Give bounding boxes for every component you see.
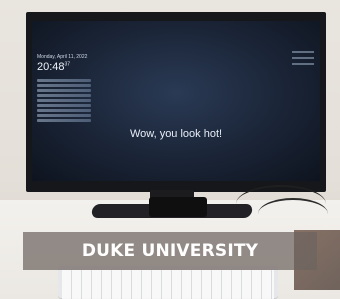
magic-mirror-screen: Monday, April 11, 2022 20:4837 Wow, you … <box>32 21 320 181</box>
calendar-event-row <box>37 99 91 102</box>
calendar-event-row <box>37 104 91 107</box>
calendar-event-row <box>37 119 91 122</box>
raspberry-pi-box <box>149 197 207 217</box>
right-widget-row <box>292 63 314 65</box>
screen-date: Monday, April 11, 2022 <box>37 54 88 60</box>
calendar-event-row <box>37 94 91 97</box>
compliment-text: Wow, you look hot! <box>129 128 223 140</box>
calendar-event-row <box>37 114 91 117</box>
screen-right-widget <box>292 51 314 69</box>
screen-time-main: 20:48 <box>37 61 65 73</box>
screen-time-seconds: 37 <box>64 61 71 68</box>
photo: Monday, April 11, 2022 20:4837 Wow, you … <box>0 0 340 299</box>
calendar-event-row <box>37 109 91 112</box>
cable <box>258 198 328 230</box>
caption-text: DUKE UNIVERSITY <box>81 241 259 261</box>
keyboard-keys <box>62 270 274 299</box>
calendar-event-row <box>37 89 91 92</box>
right-widget-row <box>292 51 314 53</box>
calendar-event-row <box>37 84 91 87</box>
screen-time: 20:4837 <box>37 61 70 73</box>
screen-calendar-events <box>37 79 91 124</box>
right-widget-row <box>292 57 314 59</box>
keyboard <box>58 266 278 299</box>
calendar-event-row <box>37 79 91 82</box>
